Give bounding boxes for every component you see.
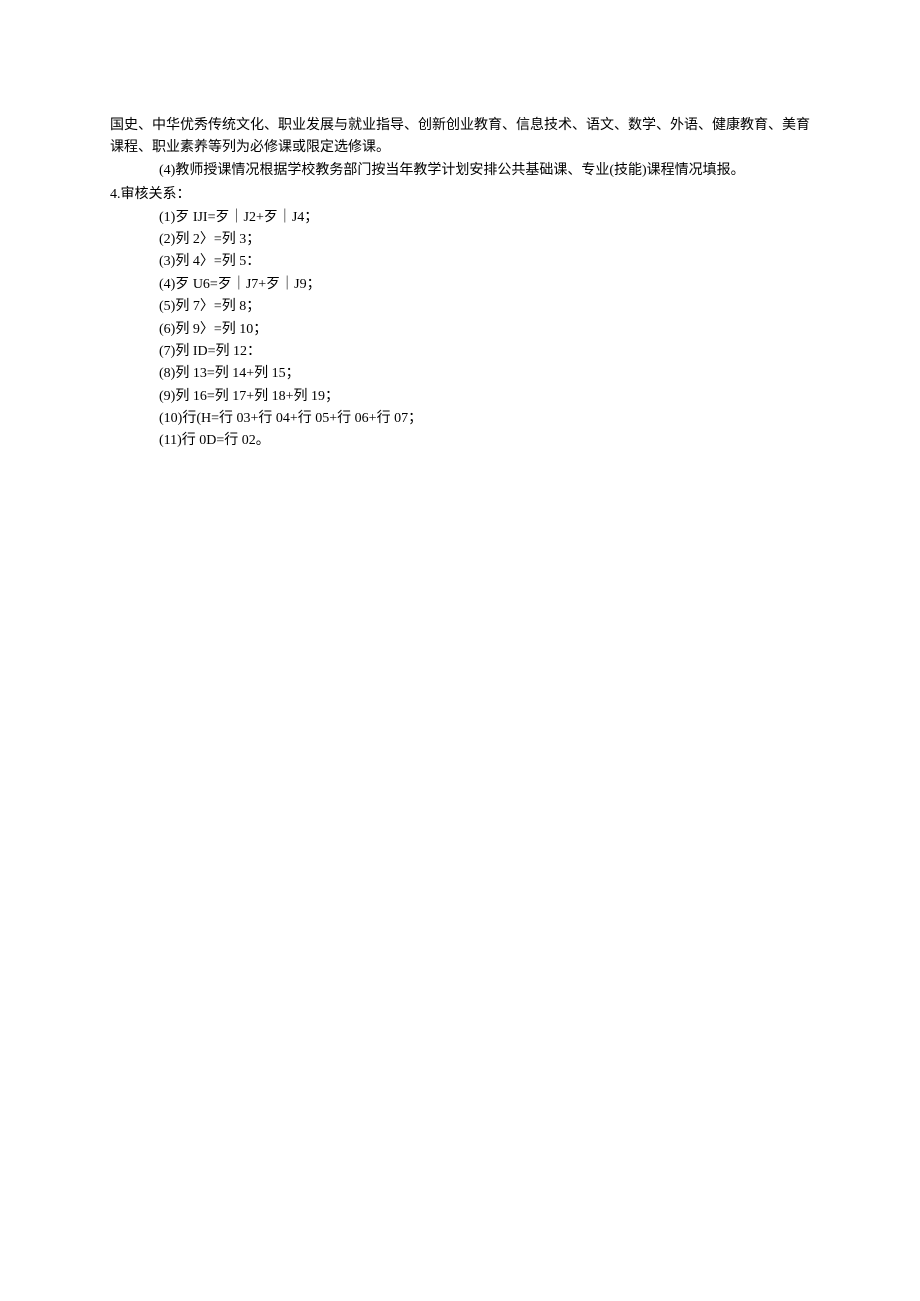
list-item: (11)行 0D=行 02。 [110, 430, 810, 452]
list-item: (4)歹 U6=歹｜J7+歹｜J9； [110, 274, 810, 296]
section-heading: 4.审核关系： [110, 184, 810, 206]
list-item: (10)行(H=行 03+行 04+行 05+行 06+行 07； [110, 408, 810, 430]
list-item: (3)列 4〉=列 5： [110, 251, 810, 273]
list-item: (8)列 13=列 14+列 15； [110, 363, 810, 385]
paragraph-2: (4)教师授课情况根据学校教务部门按当年教学计划安排公共基础课、专业(技能)课程… [110, 160, 810, 182]
list-item: (2)列 2〉=列 3； [110, 229, 810, 251]
list-item: (7)列 ID=列 12： [110, 341, 810, 363]
list-item: (5)列 7〉=列 8； [110, 296, 810, 318]
list-item: (9)列 16=列 17+列 18+列 19； [110, 386, 810, 408]
list-item: (1)歹 IJI=歹｜J2+歹｜J4； [110, 207, 810, 229]
list-item: (6)列 9〉=列 10； [110, 319, 810, 341]
paragraph-1: 国史、中华优秀传统文化、职业发展与就业指导、创新创业教育、信息技术、语文、数学、… [110, 115, 810, 160]
